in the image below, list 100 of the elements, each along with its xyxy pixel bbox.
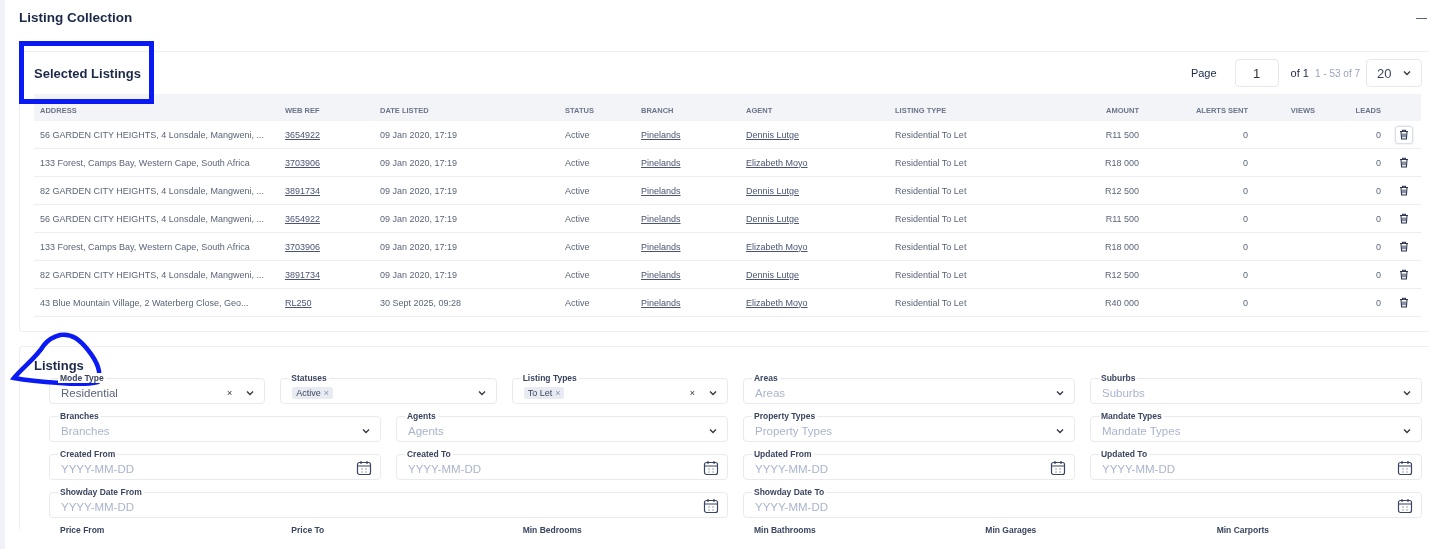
field-label: Created From <box>58 449 118 459</box>
table-cell: R11 500 <box>1105 129 1139 140</box>
field-label: Min Bedrooms <box>520 525 584 535</box>
page-label: Page <box>1190 67 1217 79</box>
table-cell: 0 <box>1376 129 1381 140</box>
table-cell: R12 500 <box>1104 269 1139 280</box>
table-link[interactable]: Elizabeth Moyo <box>746 297 808 308</box>
field-label: Updated From <box>752 449 814 459</box>
table-cell: R18 000 <box>1104 157 1139 168</box>
table-link[interactable]: Pinelands <box>641 129 681 140</box>
field-label: Mode Type <box>58 373 106 383</box>
card-title: Listings <box>34 358 85 373</box>
field-label: Statuses <box>289 373 329 383</box>
tag-chip: To Let × <box>523 387 565 399</box>
table-cell: 0 <box>1243 241 1248 252</box>
table-cell: R11 500 <box>1105 213 1139 224</box>
table-cell: Active <box>565 297 590 308</box>
table-cell: R18 000 <box>1104 241 1139 252</box>
table-cell: Active <box>565 269 590 280</box>
table-cell: 82 GARDEN CITY HEIGHTS, 4 Lonsdale, Mangweni, ... <box>40 185 264 196</box>
table-link[interactable]: 3703906 <box>285 157 321 168</box>
table-cell: Residential To Let <box>895 241 967 252</box>
table-link[interactable]: RL250 <box>285 297 312 308</box>
field-label: Updated To <box>1099 449 1150 459</box>
field-label: Min Bathrooms <box>752 525 818 535</box>
table-cell: 0 <box>1243 297 1248 308</box>
table-link[interactable]: Pinelands <box>641 241 681 252</box>
card-title: Selected Listings <box>34 65 141 81</box>
table-cell: 0 <box>1243 129 1248 140</box>
calendar-icon[interactable] <box>703 497 719 514</box>
table-link[interactable]: Dennis Lutge <box>746 129 800 140</box>
table-cell: 09 Jan 2020, 17:19 <box>380 157 458 168</box>
table-cell: 30 Sept 2025, 09:28 <box>380 297 462 308</box>
trash-icon <box>1399 157 1409 168</box>
table-link[interactable]: Pinelands <box>641 157 681 168</box>
table-cell: 09 Jan 2020, 17:19 <box>380 269 458 280</box>
table-cell: 0 <box>1376 297 1381 308</box>
field-label: Mandate Types <box>1099 411 1164 421</box>
table-cell: Residential To Let <box>895 213 967 224</box>
calendar-icon[interactable] <box>356 459 372 476</box>
table-cell: 09 Jan 2020, 17:19 <box>380 213 458 224</box>
field-label: Property Types <box>752 411 818 421</box>
table-link[interactable]: Dennis Lutge <box>746 269 800 280</box>
table-cell: 0 <box>1376 185 1381 196</box>
trash-icon <box>1399 269 1409 280</box>
table-link[interactable]: 3891734 <box>285 269 321 280</box>
table-cell: 09 Jan 2020, 17:19 <box>380 129 458 140</box>
page-input[interactable]: 1 <box>1234 59 1279 87</box>
delete-button[interactable] <box>1395 125 1413 144</box>
field-label: Listing Types <box>520 373 579 383</box>
table-cell: 09 Jan 2020, 17:19 <box>380 241 458 252</box>
page-size-select[interactable]: 20 <box>1366 59 1422 87</box>
table-link[interactable]: Dennis Lutge <box>746 185 800 196</box>
trash-icon <box>1399 241 1409 252</box>
table-cell: 0 <box>1243 213 1248 224</box>
field-label: Min Carports <box>1214 525 1272 535</box>
table-cell: 0 <box>1376 269 1381 280</box>
table-link[interactable]: Pinelands <box>641 185 681 196</box>
field-label: Agents <box>405 411 438 421</box>
table-cell: Residential To Let <box>895 129 967 140</box>
table-link[interactable]: Pinelands <box>641 297 681 308</box>
table-cell: Residential To Let <box>895 297 967 308</box>
clear-icon[interactable]: × <box>227 388 233 398</box>
table-link[interactable]: Pinelands <box>641 269 681 280</box>
field-label: Min Garages <box>983 525 1039 535</box>
table-link[interactable]: 3654922 <box>285 129 321 140</box>
table-link[interactable]: 3891734 <box>285 185 321 196</box>
table-cell: 0 <box>1243 185 1248 196</box>
table-link[interactable]: Dennis Lutge <box>746 213 800 224</box>
table-cell: 56 GARDEN CITY HEIGHTS, 4 Lonsdale, Mangweni, ... <box>40 129 264 140</box>
table-link[interactable]: Elizabeth Moyo <box>746 241 808 252</box>
table-link[interactable]: 3654922 <box>285 213 321 224</box>
calendar-icon[interactable] <box>1050 459 1066 476</box>
collapse-button[interactable]: — <box>1414 11 1429 23</box>
table-cell: Residential To Let <box>895 269 967 280</box>
range-text: 1 - 53 of 7 <box>1314 67 1360 79</box>
table-cell: 09 Jan 2020, 17:19 <box>380 185 458 196</box>
field-label: Areas <box>752 373 780 383</box>
table-cell: 82 GARDEN CITY HEIGHTS, 4 Lonsdale, Mangweni, ... <box>40 269 264 280</box>
clear-icon[interactable]: × <box>689 388 695 398</box>
field-label: Showday Date From <box>58 487 144 497</box>
table-cell: Residential To Let <box>895 185 967 196</box>
calendar-icon[interactable] <box>703 459 719 476</box>
table-cell: 0 <box>1376 241 1381 252</box>
trash-icon <box>1399 185 1409 196</box>
table-cell: Active <box>565 185 590 196</box>
trash-icon <box>1399 129 1409 140</box>
calendar-icon[interactable] <box>1397 459 1413 476</box>
table-link[interactable]: Elizabeth Moyo <box>746 157 808 168</box>
table-cell: Active <box>565 129 590 140</box>
table-cell: 43 Blue Mountain Village, 2 Waterberg Close, Geo... <box>40 297 249 308</box>
section-title: Listing Collection <box>19 9 133 25</box>
table-cell: Active <box>565 241 590 252</box>
table-cell: 133 Forest, Camps Bay, Western Cape, South Africa <box>40 241 250 252</box>
table-link[interactable]: Pinelands <box>641 213 681 224</box>
table-link[interactable]: 3703906 <box>285 241 321 252</box>
tag-chip: Active × <box>292 387 334 399</box>
table-cell: 0 <box>1243 157 1248 168</box>
calendar-icon[interactable] <box>1397 497 1413 514</box>
trash-icon <box>1399 297 1409 308</box>
